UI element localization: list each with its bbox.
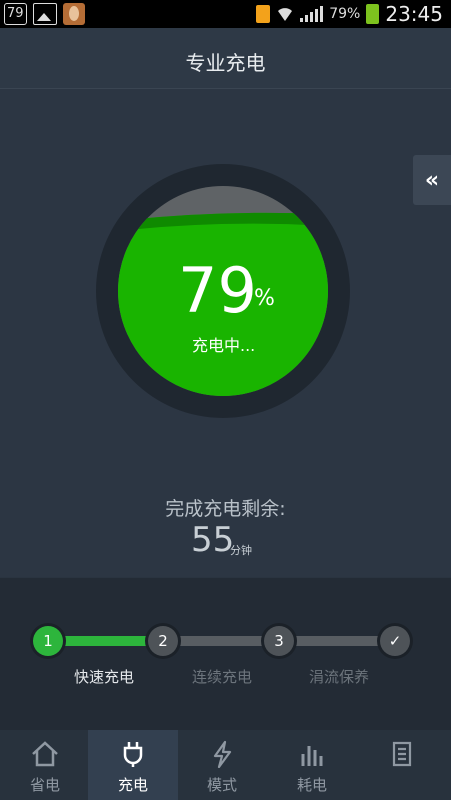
plug-icon xyxy=(123,742,143,767)
step-3-dot: 3 xyxy=(264,626,294,656)
signal-icon xyxy=(300,6,324,22)
stepper-progress xyxy=(48,636,163,646)
remaining-unit: 分钟 xyxy=(230,544,252,557)
clock: 23:45 xyxy=(385,2,443,26)
bar-chart-icon xyxy=(301,746,323,766)
step-1-label: 快速充电 xyxy=(73,668,134,686)
step-3-label: 涓流保养 xyxy=(308,668,369,686)
tab-label: 省电 xyxy=(29,776,60,794)
tab-label: 充电 xyxy=(117,776,148,794)
step-1-dot: 1 xyxy=(33,626,63,656)
bottom-tab-bar: 省电 充电 模式 耗电 xyxy=(0,730,451,800)
tab-mode[interactable]: 模式 xyxy=(177,730,267,800)
tab-label: 耗电 xyxy=(296,776,327,794)
app-egg-icon xyxy=(62,3,85,25)
step-2-dot: 2 xyxy=(148,626,178,656)
percent-symbol: % xyxy=(254,286,275,311)
tab-charge[interactable]: 充电 xyxy=(88,730,178,800)
charge-stage-stepper: 1 2 3 ✓ 快速充电 连续充电 涓流保养 xyxy=(0,578,451,730)
tab-save-power[interactable]: 省电 xyxy=(0,730,90,800)
document-icon xyxy=(392,741,412,767)
expand-toggle-button[interactable]: « xyxy=(413,155,451,205)
battery-percent: 79% xyxy=(329,6,361,22)
remaining-label: 完成充电剩余: xyxy=(165,498,286,520)
remaining-value: 55 xyxy=(191,520,235,560)
battery-percent-value: 79 xyxy=(178,254,257,327)
step-done-check-icon: ✓ xyxy=(380,626,410,656)
notification-badge: 79 xyxy=(4,3,27,25)
battery-charging-icon xyxy=(366,4,380,24)
tab-more[interactable] xyxy=(356,730,446,800)
tab-label: 模式 xyxy=(206,776,237,794)
file-icon xyxy=(256,5,271,23)
lightning-icon xyxy=(213,740,232,768)
status-bar: 79 79% 23:45 xyxy=(0,0,451,28)
wifi-icon xyxy=(278,8,293,21)
step-2-label: 连续充电 xyxy=(191,668,252,686)
home-icon xyxy=(32,741,58,767)
image-icon xyxy=(32,3,57,25)
header: 专业充电 xyxy=(0,28,451,89)
tab-consumption[interactable]: 耗电 xyxy=(267,730,357,800)
charging-status: 充电中... xyxy=(192,336,256,355)
page-title: 专业充电 xyxy=(185,51,266,75)
